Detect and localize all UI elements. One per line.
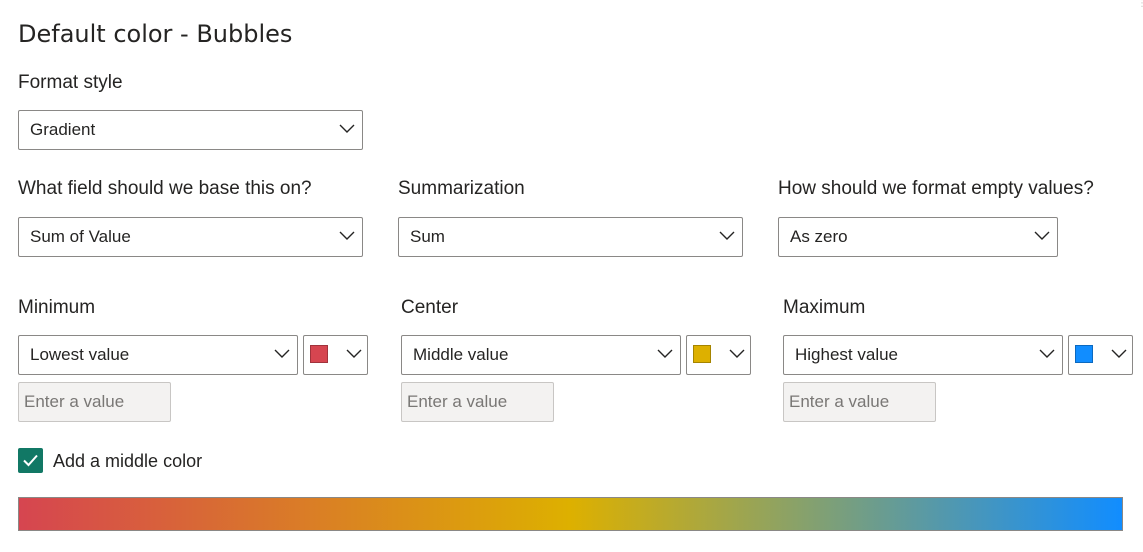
- gradient-preview-bar: [18, 497, 1123, 531]
- format-style-value: Gradient: [30, 120, 96, 139]
- chevron-down-icon: [1034, 230, 1050, 242]
- minimum-color-swatch: [310, 345, 328, 363]
- format-style-dropdown[interactable]: Gradient: [18, 110, 363, 150]
- chevron-down-icon: [274, 348, 290, 360]
- center-value: Middle value: [413, 345, 509, 364]
- maximum-dropdown[interactable]: Highest value: [783, 335, 1063, 375]
- center-label: Center: [401, 297, 459, 318]
- section-title: Default color - Bubbles: [18, 20, 293, 48]
- summarization-value: Sum: [410, 227, 445, 246]
- minimum-value-input[interactable]: [18, 382, 171, 422]
- maximum-color-picker[interactable]: [1068, 335, 1133, 375]
- checkmark-icon: [23, 454, 38, 467]
- summarization-label: Summarization: [398, 178, 525, 199]
- summarization-dropdown[interactable]: Sum: [398, 217, 743, 257]
- middle-color-label[interactable]: Add a middle color: [53, 449, 202, 473]
- minimum-label: Minimum: [18, 297, 96, 318]
- minimum-color-picker[interactable]: [303, 335, 368, 375]
- minimum-dropdown[interactable]: Lowest value: [18, 335, 298, 375]
- empty-values-label: How should we format empty values?: [778, 178, 1094, 199]
- chevron-down-icon: [1111, 348, 1127, 360]
- chevron-down-icon: [729, 348, 745, 360]
- base-field-value: Sum of Value: [30, 227, 131, 246]
- minimum-value: Lowest value: [30, 345, 130, 364]
- chevron-down-icon: [719, 230, 735, 242]
- maximum-label: Maximum: [783, 297, 866, 318]
- chevron-down-icon: [339, 230, 355, 242]
- panel-scroll-indicator[interactable]: ⋮: [1137, 0, 1143, 14]
- empty-values-value: As zero: [790, 227, 848, 246]
- center-color-picker[interactable]: [686, 335, 751, 375]
- chevron-down-icon: [657, 348, 673, 360]
- middle-color-checkbox[interactable]: [18, 448, 43, 473]
- base-field-label: What field should we base this on?: [18, 178, 312, 199]
- center-color-swatch: [693, 345, 711, 363]
- empty-values-dropdown[interactable]: As zero: [778, 217, 1058, 257]
- format-style-label: Format style: [18, 72, 123, 93]
- maximum-value: Highest value: [795, 345, 899, 364]
- maximum-value-input[interactable]: [783, 382, 936, 422]
- chevron-down-icon: [339, 123, 355, 135]
- center-dropdown[interactable]: Middle value: [401, 335, 681, 375]
- center-value-input[interactable]: [401, 382, 554, 422]
- chevron-down-icon: [1039, 348, 1055, 360]
- chevron-down-icon: [346, 348, 362, 360]
- maximum-color-swatch: [1075, 345, 1093, 363]
- base-field-dropdown[interactable]: Sum of Value: [18, 217, 363, 257]
